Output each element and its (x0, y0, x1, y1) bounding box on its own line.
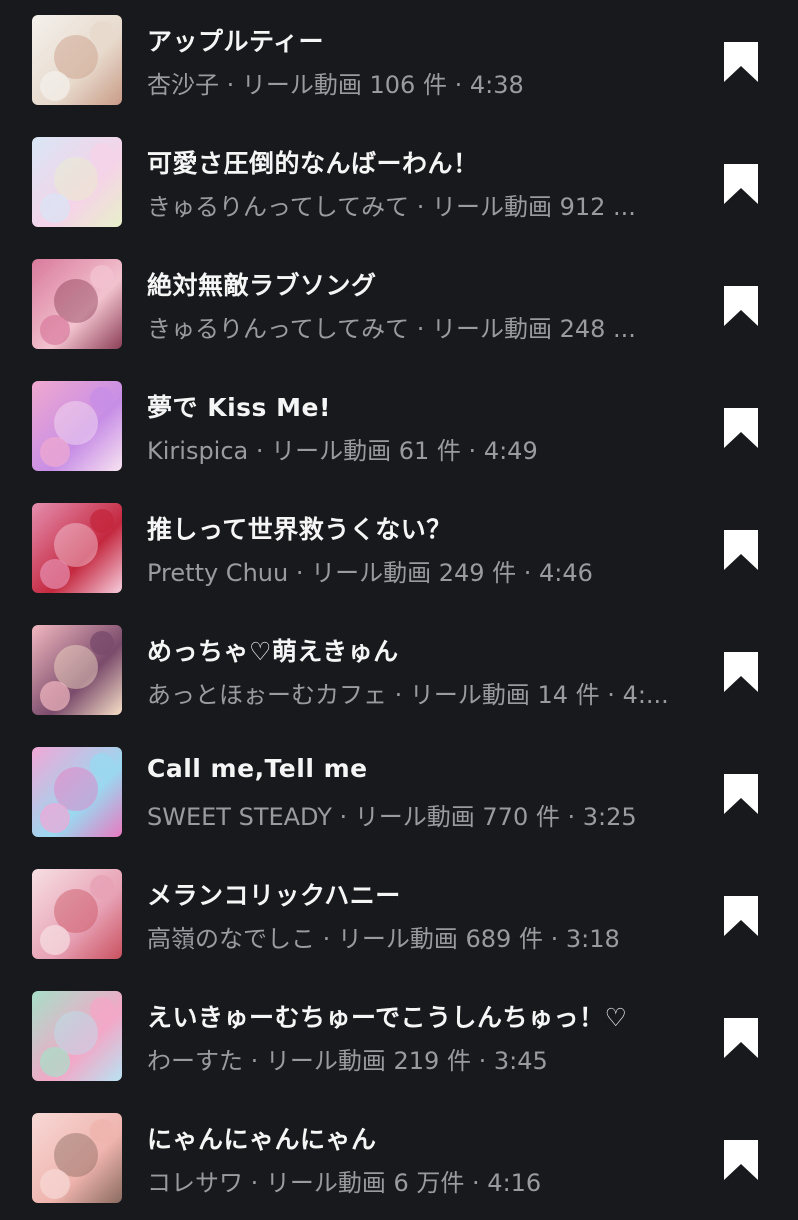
bookmark-icon[interactable] (722, 650, 760, 694)
song-meta: SWEET STEADY · リール動画 770 件 · 3:25 (147, 803, 637, 831)
bookmark-icon[interactable] (722, 406, 760, 450)
song-title: Call me,Tell me (147, 754, 368, 783)
song-title: めっちゃ♡萌えきゅん (147, 637, 399, 666)
song-meta: きゅるりんってしてみて · リール動画 248 ... (147, 315, 636, 343)
album-artwork (32, 15, 122, 105)
album-artwork (32, 869, 122, 959)
album-artwork (32, 259, 122, 349)
song-row[interactable]: 絶対無敵ラブソングきゅるりんってしてみて · リール動画 248 ... (0, 244, 798, 366)
song-title: えいきゅーむちゅーでこうしんちゅっ！♡ (147, 1003, 628, 1032)
song-row[interactable]: メランコリックハニー高嶺のなでしこ · リール動画 689 件 · 3:18 (0, 854, 798, 976)
album-artwork (32, 503, 122, 593)
song-meta: あっとほぉーむカフェ · リール動画 14 件 · 4:... (147, 681, 669, 709)
song-meta: 杏沙子 · リール動画 106 件 · 4:38 (147, 71, 524, 99)
song-row[interactable]: 可愛さ圧倒的なんばーわん！ きゅるりんってしてみて · リール動画 912 ... (0, 122, 798, 244)
bookmark-icon[interactable] (722, 284, 760, 328)
bookmark-icon[interactable] (722, 162, 760, 206)
album-artwork (32, 625, 122, 715)
song-meta: Kirispica · リール動画 61 件 · 4:49 (147, 437, 538, 465)
song-row[interactable]: えいきゅーむちゅーでこうしんちゅっ！♡ わーすた · リール動画 219 件 · … (0, 976, 798, 1098)
song-row[interactable]: Call me,Tell me SWEET STEADY · リール動画 770 … (0, 732, 798, 854)
bookmark-icon[interactable] (722, 772, 760, 816)
album-artwork (32, 1113, 122, 1203)
song-title: 夢で Kiss Me! (147, 393, 331, 422)
album-artwork (32, 991, 122, 1081)
bookmark-icon[interactable] (722, 528, 760, 572)
bookmark-icon[interactable] (722, 1016, 760, 1060)
song-row[interactable]: めっちゃ♡萌えきゅんあっとほぉーむカフェ · リール動画 14 件 · 4:..… (0, 610, 798, 732)
song-row[interactable]: アップルティー杏沙子 · リール動画 106 件 · 4:38 (0, 0, 798, 122)
bookmark-icon[interactable] (722, 40, 760, 84)
song-title: 推しって世界救うくない？ (147, 515, 452, 544)
album-artwork (32, 747, 122, 837)
song-meta: 高嶺のなでしこ · リール動画 689 件 · 3:18 (147, 925, 620, 953)
album-artwork (32, 381, 122, 471)
song-meta: きゅるりんってしてみて · リール動画 912 ... (147, 193, 636, 221)
album-artwork (32, 137, 122, 227)
song-list: アップルティー 杏沙子 · リール動画 106 件 · 4:38 可愛さ圧倒的なんば… (0, 0, 798, 1203)
song-meta: Pretty Chuu · リール動画 249 件 · 4:46 (147, 559, 593, 587)
bookmark-icon[interactable] (722, 1138, 760, 1182)
song-title: 可愛さ圧倒的なんばーわん！ (147, 149, 479, 178)
song-title: メランコリックハニー (147, 881, 401, 910)
song-row[interactable]: 推しって世界救うくない？ Pretty Chuu · リール動画 249 件 · … (0, 488, 798, 610)
song-title: アップルティー (147, 27, 325, 56)
song-row[interactable]: にゃんにゃんにゃんコレサワ · リール動画 6 万件 · 4:16 (0, 1098, 798, 1220)
song-row[interactable]: 夢で Kiss Me! Kirispica · リール動画 61 件 · 4:49 (0, 366, 798, 488)
song-title: にゃんにゃんにゃん (147, 1125, 377, 1154)
bookmark-icon[interactable] (722, 894, 760, 938)
song-title: 絶対無敵ラブソング (147, 271, 377, 300)
song-meta: わーすた · リール動画 219 件 · 3:45 (147, 1047, 548, 1075)
song-meta: コレサワ · リール動画 6 万件 · 4:16 (147, 1169, 542, 1197)
